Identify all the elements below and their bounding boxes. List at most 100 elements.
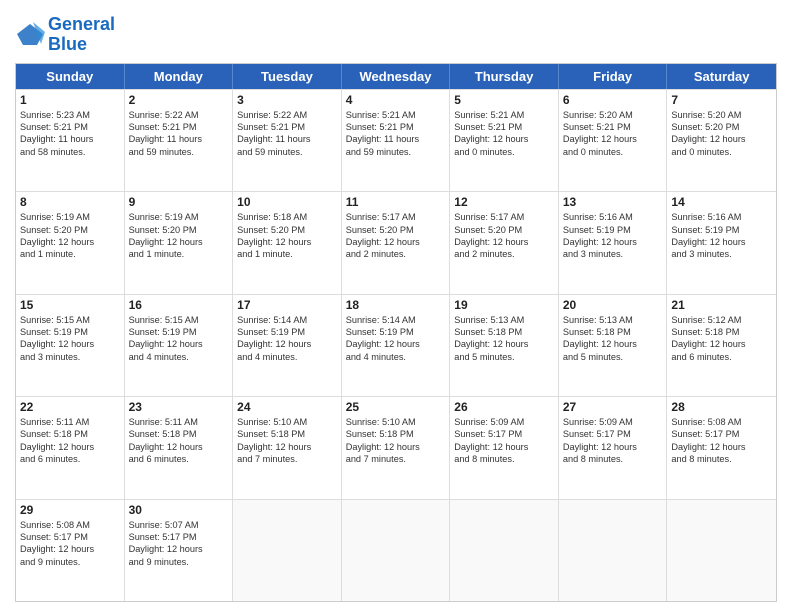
daylight-line2: and 5 minutes. — [563, 351, 663, 363]
day-number: 24 — [237, 400, 337, 414]
cal-cell: 30Sunrise: 5:07 AMSunset: 5:17 PMDayligh… — [125, 500, 234, 601]
cal-cell: 4Sunrise: 5:21 AMSunset: 5:21 PMDaylight… — [342, 90, 451, 191]
daylight-line1: Daylight: 12 hours — [237, 236, 337, 248]
daylight-line1: Daylight: 12 hours — [237, 441, 337, 453]
sunset-line: Sunset: 5:18 PM — [20, 428, 120, 440]
cal-cell: 19Sunrise: 5:13 AMSunset: 5:18 PMDayligh… — [450, 295, 559, 396]
day-number: 27 — [563, 400, 663, 414]
logo: General Blue — [15, 15, 115, 55]
sunset-line: Sunset: 5:17 PM — [671, 428, 772, 440]
daylight-line2: and 5 minutes. — [454, 351, 554, 363]
sunset-line: Sunset: 5:20 PM — [129, 224, 229, 236]
day-number: 10 — [237, 195, 337, 209]
sunrise-line: Sunrise: 5:16 AM — [563, 211, 663, 223]
sunrise-line: Sunrise: 5:09 AM — [563, 416, 663, 428]
day-number: 22 — [20, 400, 120, 414]
day-number: 5 — [454, 93, 554, 107]
daylight-line1: Daylight: 12 hours — [20, 338, 120, 350]
cal-cell — [667, 500, 776, 601]
day-number: 9 — [129, 195, 229, 209]
day-number: 25 — [346, 400, 446, 414]
sunrise-line: Sunrise: 5:18 AM — [237, 211, 337, 223]
cal-week-1: 1Sunrise: 5:23 AMSunset: 5:21 PMDaylight… — [16, 89, 776, 191]
cal-cell: 29Sunrise: 5:08 AMSunset: 5:17 PMDayligh… — [16, 500, 125, 601]
daylight-line1: Daylight: 12 hours — [20, 236, 120, 248]
day-number: 13 — [563, 195, 663, 209]
daylight-line2: and 6 minutes. — [129, 453, 229, 465]
daylight-line2: and 8 minutes. — [454, 453, 554, 465]
day-number: 17 — [237, 298, 337, 312]
sunrise-line: Sunrise: 5:12 AM — [671, 314, 772, 326]
daylight-line2: and 4 minutes. — [346, 351, 446, 363]
daylight-line1: Daylight: 12 hours — [671, 338, 772, 350]
daylight-line1: Daylight: 12 hours — [129, 338, 229, 350]
daylight-line2: and 6 minutes. — [671, 351, 772, 363]
cal-cell: 26Sunrise: 5:09 AMSunset: 5:17 PMDayligh… — [450, 397, 559, 498]
day-number: 11 — [346, 195, 446, 209]
daylight-line2: and 3 minutes. — [20, 351, 120, 363]
logo-text: General Blue — [48, 15, 115, 55]
sunset-line: Sunset: 5:18 PM — [129, 428, 229, 440]
cal-cell: 25 Sunrise: 5:10 AMSunset: 5:18 PMDayligh… — [342, 397, 451, 498]
sunrise-line: Sunrise: 5:10 AM — [346, 416, 446, 428]
daylight-line1: Daylight: 12 hours — [563, 441, 663, 453]
cal-cell: 2Sunrise: 5:22 AMSunset: 5:21 PMDaylight… — [125, 90, 234, 191]
daylight-line2: and 3 minutes. — [671, 248, 772, 260]
sunrise-line: Sunrise: 5:15 AM — [129, 314, 229, 326]
daylight-line2: and 9 minutes. — [129, 556, 229, 568]
sunrise-line: Sunrise: 5:14 AM — [237, 314, 337, 326]
daylight-line1: Daylight: 12 hours — [454, 441, 554, 453]
daylight-line2: and 1 minute. — [129, 248, 229, 260]
logo-blue: Blue — [48, 34, 87, 54]
daylight-line2: and 59 minutes. — [129, 146, 229, 158]
sunset-line: Sunset: 5:17 PM — [20, 531, 120, 543]
sunset-line: Sunset: 5:18 PM — [346, 428, 446, 440]
day-number: 7 — [671, 93, 772, 107]
sunset-line: Sunset: 5:19 PM — [129, 326, 229, 338]
sunset-line: Sunset: 5:21 PM — [237, 121, 337, 133]
header: General Blue — [15, 15, 777, 55]
cal-cell: 16Sunrise: 5:15 AMSunset: 5:19 PMDayligh… — [125, 295, 234, 396]
sunrise-line: Sunrise: 5:20 AM — [563, 109, 663, 121]
cal-cell: 3Sunrise: 5:22 AMSunset: 5:21 PMDaylight… — [233, 90, 342, 191]
daylight-line2: and 1 minute. — [237, 248, 337, 260]
header-day-thursday: Thursday — [450, 64, 559, 89]
cal-week-4: 22Sunrise: 5:11 AMSunset: 5:18 PMDayligh… — [16, 396, 776, 498]
daylight-line1: Daylight: 12 hours — [563, 338, 663, 350]
day-number: 18 — [346, 298, 446, 312]
daylight-line1: Daylight: 12 hours — [454, 338, 554, 350]
cal-cell: 15Sunrise: 5:15 AMSunset: 5:19 PMDayligh… — [16, 295, 125, 396]
cal-cell: 12Sunrise: 5:17 AMSunset: 5:20 PMDayligh… — [450, 192, 559, 293]
cal-cell: 6Sunrise: 5:20 AMSunset: 5:21 PMDaylight… — [559, 90, 668, 191]
daylight-line2: and 2 minutes. — [346, 248, 446, 260]
daylight-line2: and 7 minutes. — [237, 453, 337, 465]
daylight-line1: Daylight: 12 hours — [671, 441, 772, 453]
daylight-line2: and 8 minutes. — [563, 453, 663, 465]
day-number: 19 — [454, 298, 554, 312]
daylight-line2: and 59 minutes. — [346, 146, 446, 158]
sunset-line: Sunset: 5:21 PM — [563, 121, 663, 133]
daylight-line1: Daylight: 12 hours — [346, 441, 446, 453]
daylight-line1: Daylight: 12 hours — [20, 441, 120, 453]
cal-cell: 13Sunrise: 5:16 AMSunset: 5:19 PMDayligh… — [559, 192, 668, 293]
daylight-line2: and 59 minutes. — [237, 146, 337, 158]
header-day-tuesday: Tuesday — [233, 64, 342, 89]
daylight-line2: and 0 minutes. — [671, 146, 772, 158]
daylight-line1: Daylight: 11 hours — [20, 133, 120, 145]
day-number: 28 — [671, 400, 772, 414]
cal-cell: 28Sunrise: 5:08 AMSunset: 5:17 PMDayligh… — [667, 397, 776, 498]
daylight-line2: and 6 minutes. — [20, 453, 120, 465]
header-day-friday: Friday — [559, 64, 668, 89]
sunrise-line: Sunrise: 5:17 AM — [346, 211, 446, 223]
sunrise-line: Sunrise: 5:13 AM — [563, 314, 663, 326]
daylight-line1: Daylight: 11 hours — [237, 133, 337, 145]
daylight-line1: Daylight: 12 hours — [563, 133, 663, 145]
sunrise-line: Sunrise: 5:22 AM — [237, 109, 337, 121]
calendar-body: 1Sunrise: 5:23 AMSunset: 5:21 PMDaylight… — [16, 89, 776, 601]
sunset-line: Sunset: 5:21 PM — [129, 121, 229, 133]
day-number: 20 — [563, 298, 663, 312]
sunset-line: Sunset: 5:20 PM — [237, 224, 337, 236]
daylight-line2: and 4 minutes. — [237, 351, 337, 363]
cal-cell: 1Sunrise: 5:23 AMSunset: 5:21 PMDaylight… — [16, 90, 125, 191]
sunrise-line: Sunrise: 5:21 AM — [346, 109, 446, 121]
